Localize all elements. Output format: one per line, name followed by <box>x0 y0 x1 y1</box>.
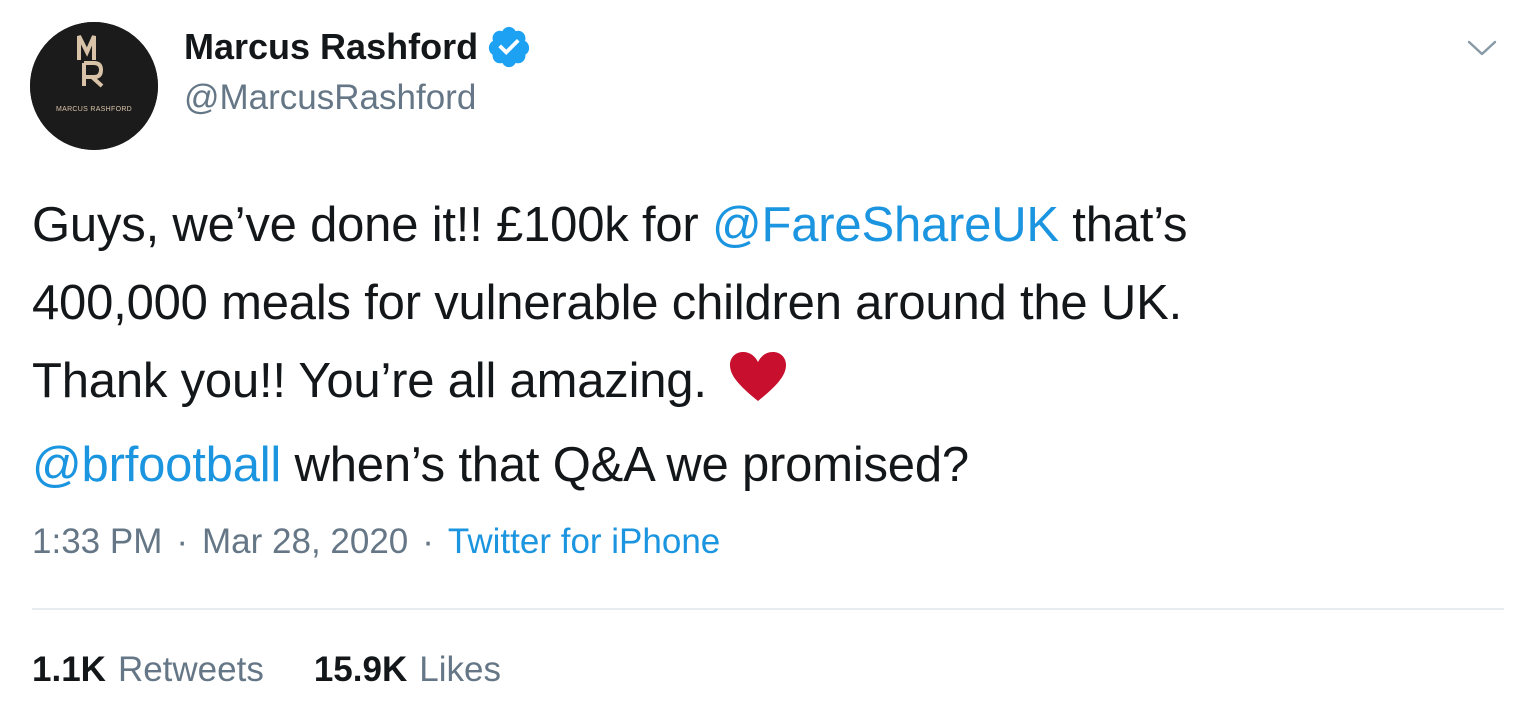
author-handle[interactable]: @MarcusRashford <box>184 78 476 118</box>
chevron-down-icon[interactable] <box>1462 30 1502 66</box>
tweet-text-segment: when’s that Q&A we promised? <box>281 438 970 492</box>
likes-label: Likes <box>419 650 501 689</box>
tweet-text-segment: Guys, we’ve done it!! £100k for <box>32 198 712 252</box>
tweet-meta: 1:33 PM · Mar 28, 2020 · Twitter for iPh… <box>32 522 720 562</box>
likes-stat[interactable]: 15.9K Likes <box>314 650 501 690</box>
meta-separator: · <box>422 522 434 561</box>
tweet-line: Thank you!! You’re all amazing. <box>32 342 1502 426</box>
retweets-label: Retweets <box>117 650 264 689</box>
tweet-stats: 1.1K Retweets 15.9K Likes <box>32 650 501 690</box>
retweets-count: 1.1K <box>32 650 106 689</box>
tweet-text-segment: Thank you!! You’re all amazing. <box>32 354 721 408</box>
author-name-row: Marcus Rashford <box>184 24 532 70</box>
tweet-line: @brfootball when’s that Q&A we promised? <box>32 426 1502 504</box>
tweet-text-segment: 400,000 meals for vulnerable children ar… <box>32 276 1182 330</box>
tweet-date[interactable]: Mar 28, 2020 <box>202 522 408 562</box>
author-name[interactable]: Marcus Rashford <box>184 26 478 68</box>
tweet-card: MARCUS RASHFORD Marcus Rashford @MarcusR… <box>0 0 1536 726</box>
tweet-line: 400,000 meals for vulnerable children ar… <box>32 264 1502 342</box>
likes-count: 15.9K <box>313 650 408 689</box>
mention-fareshareuk-link[interactable]: @FareShareUK <box>712 198 1059 252</box>
tweet-text-segment: that’s <box>1058 198 1188 252</box>
meta-separator: · <box>176 522 189 561</box>
avatar-logo: MARCUS RASHFORD <box>30 22 158 150</box>
tweet-source-link[interactable]: Twitter for iPhone <box>448 522 720 562</box>
divider <box>32 608 1504 610</box>
avatar[interactable]: MARCUS RASHFORD <box>30 22 158 150</box>
mention-brfootball-link[interactable]: @brfootball <box>32 438 281 492</box>
avatar-brand-text: MARCUS RASHFORD <box>56 106 132 113</box>
tweet-time[interactable]: 1:33 PM <box>32 522 162 562</box>
tweet-text: Guys, we’ve done it!! £100k for @FareSha… <box>32 186 1502 504</box>
verified-badge-icon <box>486 24 532 70</box>
retweets-stat[interactable]: 1.1K Retweets <box>32 650 264 690</box>
red-heart-icon <box>728 348 788 426</box>
tweet-line: Guys, we’ve done it!! £100k for @FareSha… <box>32 186 1502 264</box>
